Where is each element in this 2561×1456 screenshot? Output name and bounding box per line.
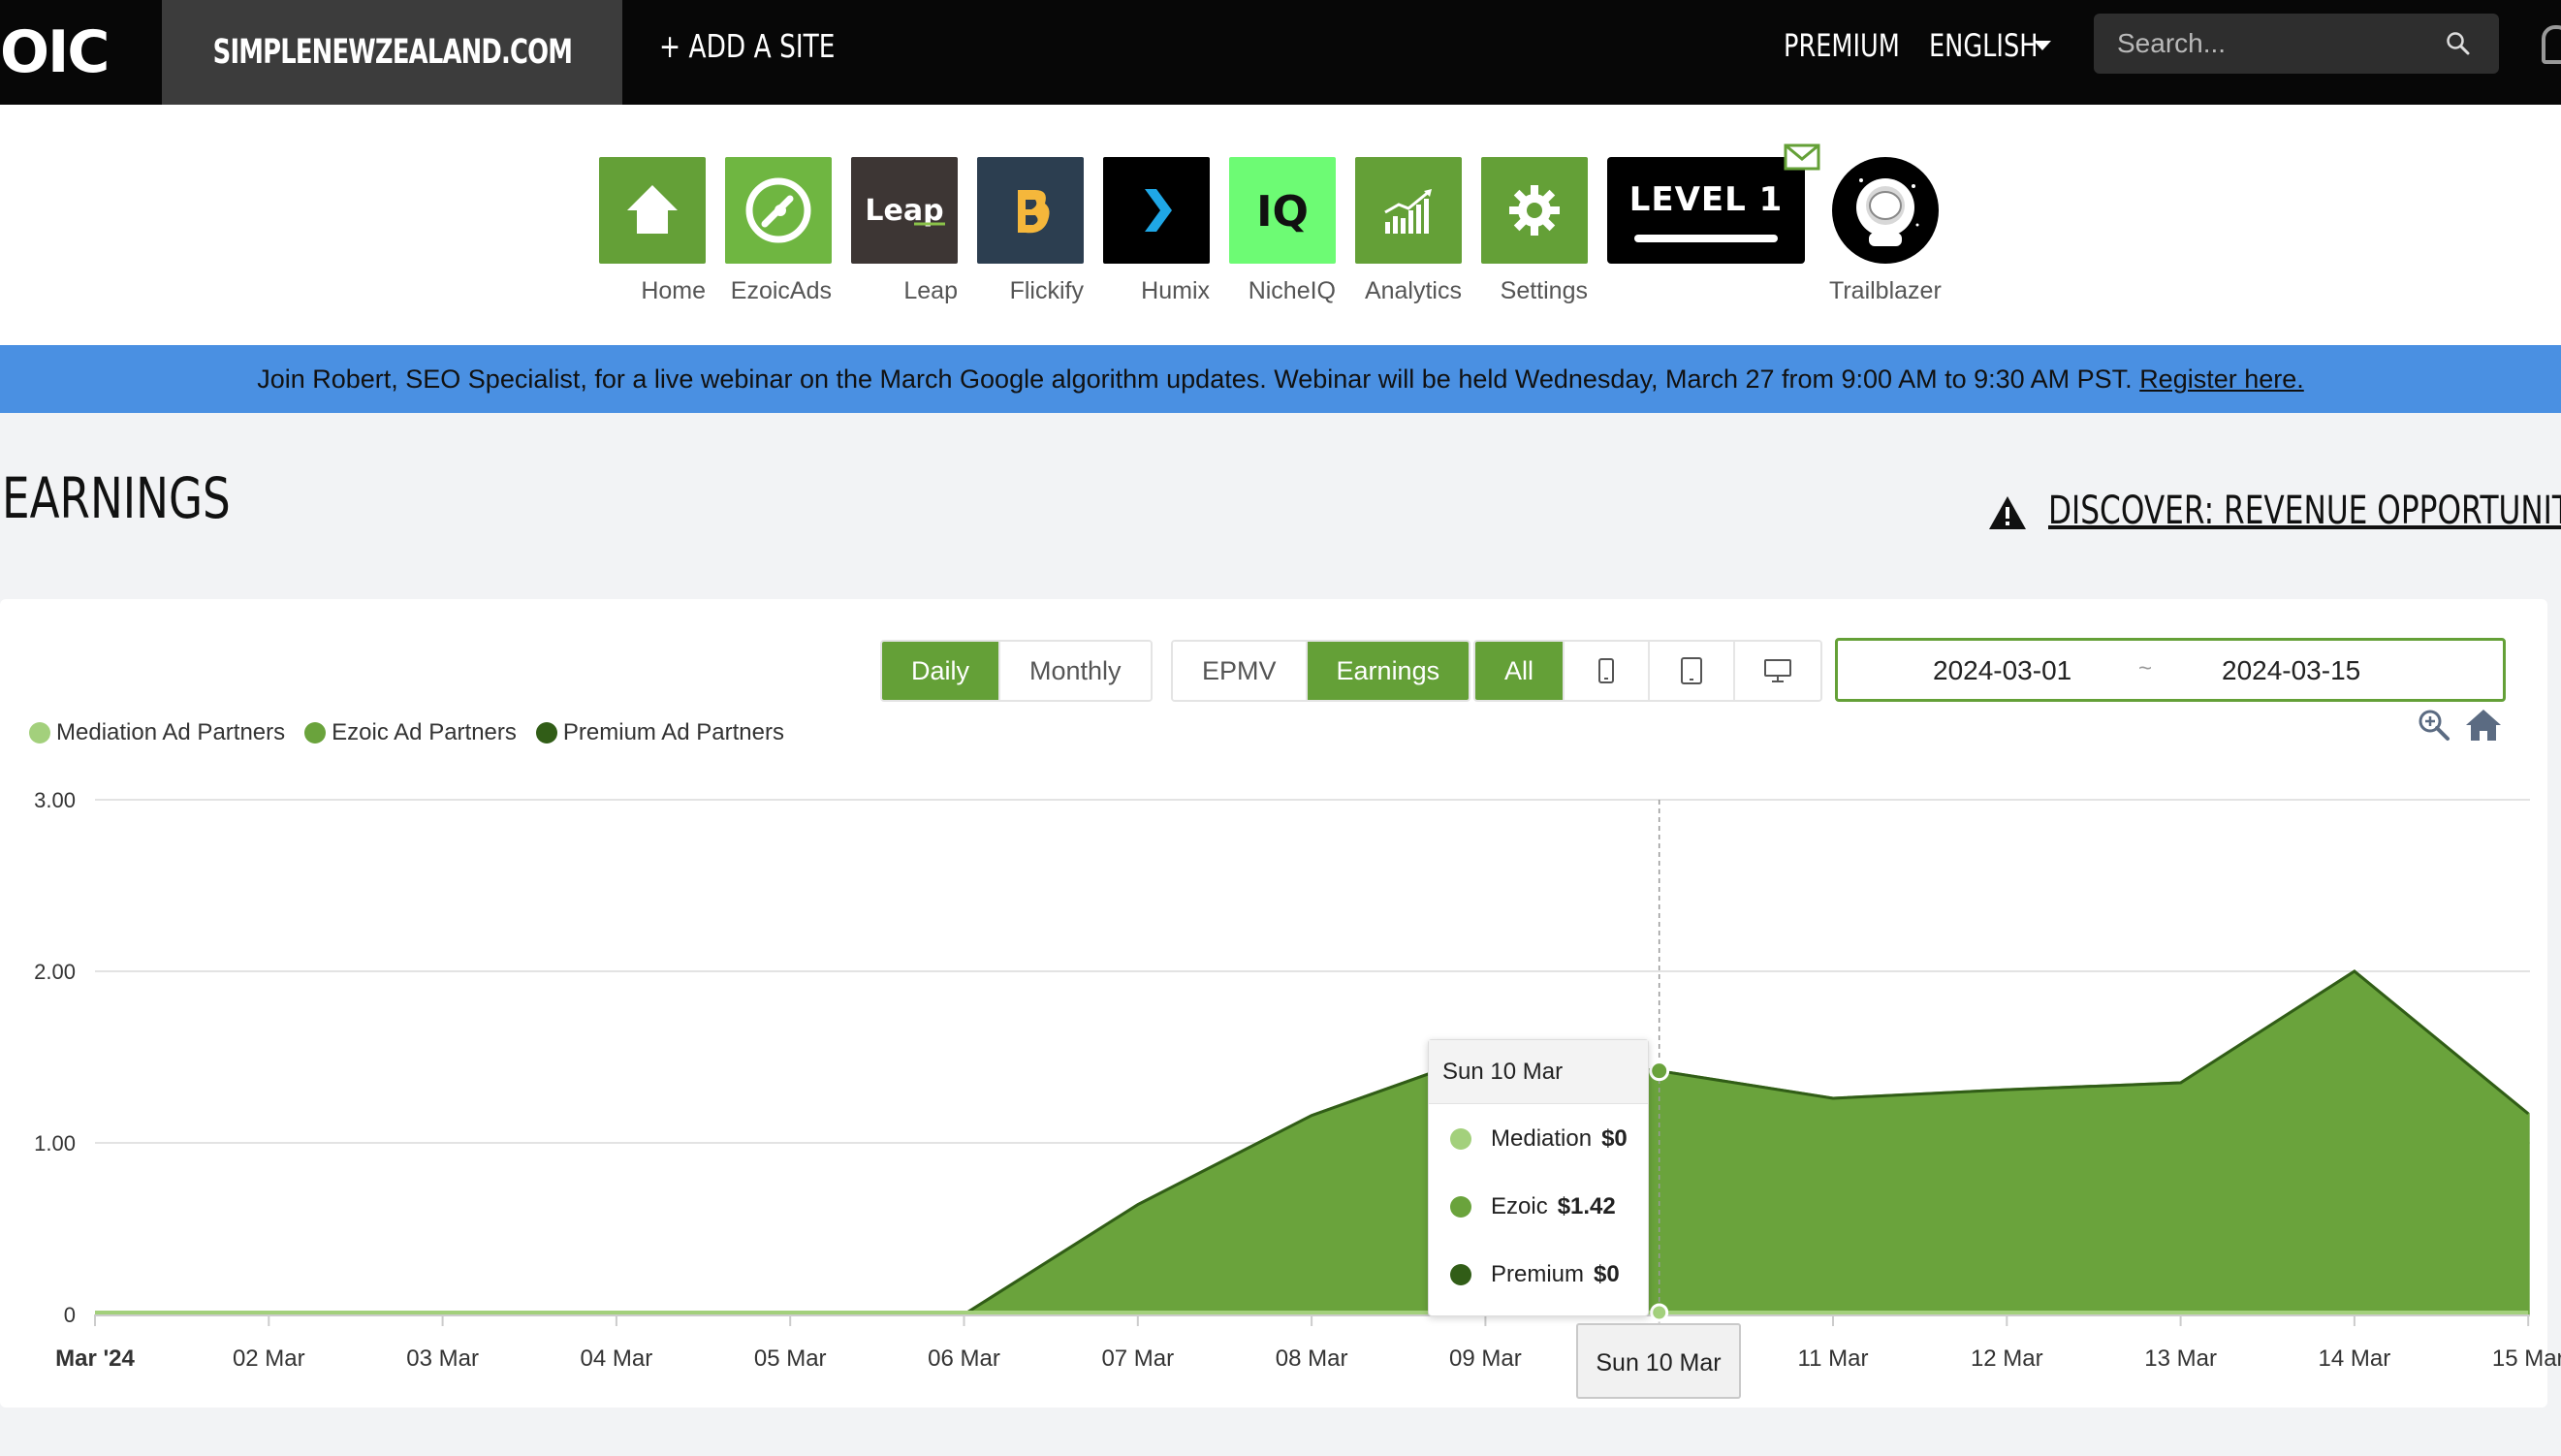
x-tick-label: 14 Mar — [2319, 1345, 2391, 1372]
x-tick-label: 15 Mar — [2492, 1345, 2561, 1372]
tooltip-series-name: Ezoic — [1491, 1193, 1548, 1219]
tooltip-value: $0 — [1594, 1261, 1620, 1287]
highlight-point-ezoic — [1649, 1060, 1670, 1082]
x-tick-label: 02 Mar — [233, 1345, 305, 1372]
y-tick-label: 2.00 — [34, 960, 76, 984]
x-tick-label: 03 Mar — [406, 1345, 479, 1372]
tooltip-series-name: Mediation — [1491, 1125, 1593, 1152]
tooltip-row-mediation: Mediation $0 — [1450, 1125, 1628, 1153]
x-tick-label: 12 Mar — [1971, 1345, 2043, 1372]
y-tick-label: 1.00 — [34, 1131, 76, 1155]
x-axis-highlight: Sun 10 Mar — [1576, 1323, 1741, 1399]
highlight-point-mediation — [1650, 1303, 1669, 1322]
x-tick-label: 04 Mar — [581, 1345, 653, 1372]
tooltip-date: Sun 10 Mar — [1429, 1040, 1648, 1104]
x-tick-label: 08 Mar — [1276, 1345, 1348, 1372]
tooltip-row-premium: Premium $0 — [1450, 1261, 1620, 1288]
tooltip-dot — [1450, 1264, 1471, 1285]
y-tick-label: 0 — [64, 1303, 76, 1327]
x-tick-label: 11 Mar — [1798, 1345, 1869, 1372]
tooltip-value: $1.42 — [1557, 1193, 1616, 1219]
y-tick-label: 3.00 — [34, 788, 76, 812]
tooltip-row-ezoic: Ezoic $1.42 — [1450, 1193, 1616, 1220]
tooltip-value: $0 — [1601, 1125, 1628, 1152]
chart-tooltip: Sun 10 Mar Mediation $0 Ezoic $1.42 Premiu… — [1428, 1039, 1649, 1316]
x-tick-label: 07 Mar — [1101, 1345, 1174, 1372]
x-tick-label: 06 Mar — [928, 1345, 1000, 1372]
x-tick-label: Mar '24 — [55, 1345, 135, 1372]
tooltip-series-name: Premium — [1491, 1261, 1585, 1287]
tooltip-dot — [1450, 1196, 1471, 1218]
x-tick-label: 13 Mar — [2144, 1345, 2217, 1372]
tooltip-dot — [1450, 1128, 1471, 1150]
x-tick-label: 05 Mar — [754, 1345, 827, 1372]
earnings-chart: 0 1.00 2.00 3.00 Mar '24 02 Mar 03 Mar 04 Mar 05… — [34, 788, 2561, 1372]
x-tick-label: 09 Mar — [1449, 1345, 1522, 1372]
